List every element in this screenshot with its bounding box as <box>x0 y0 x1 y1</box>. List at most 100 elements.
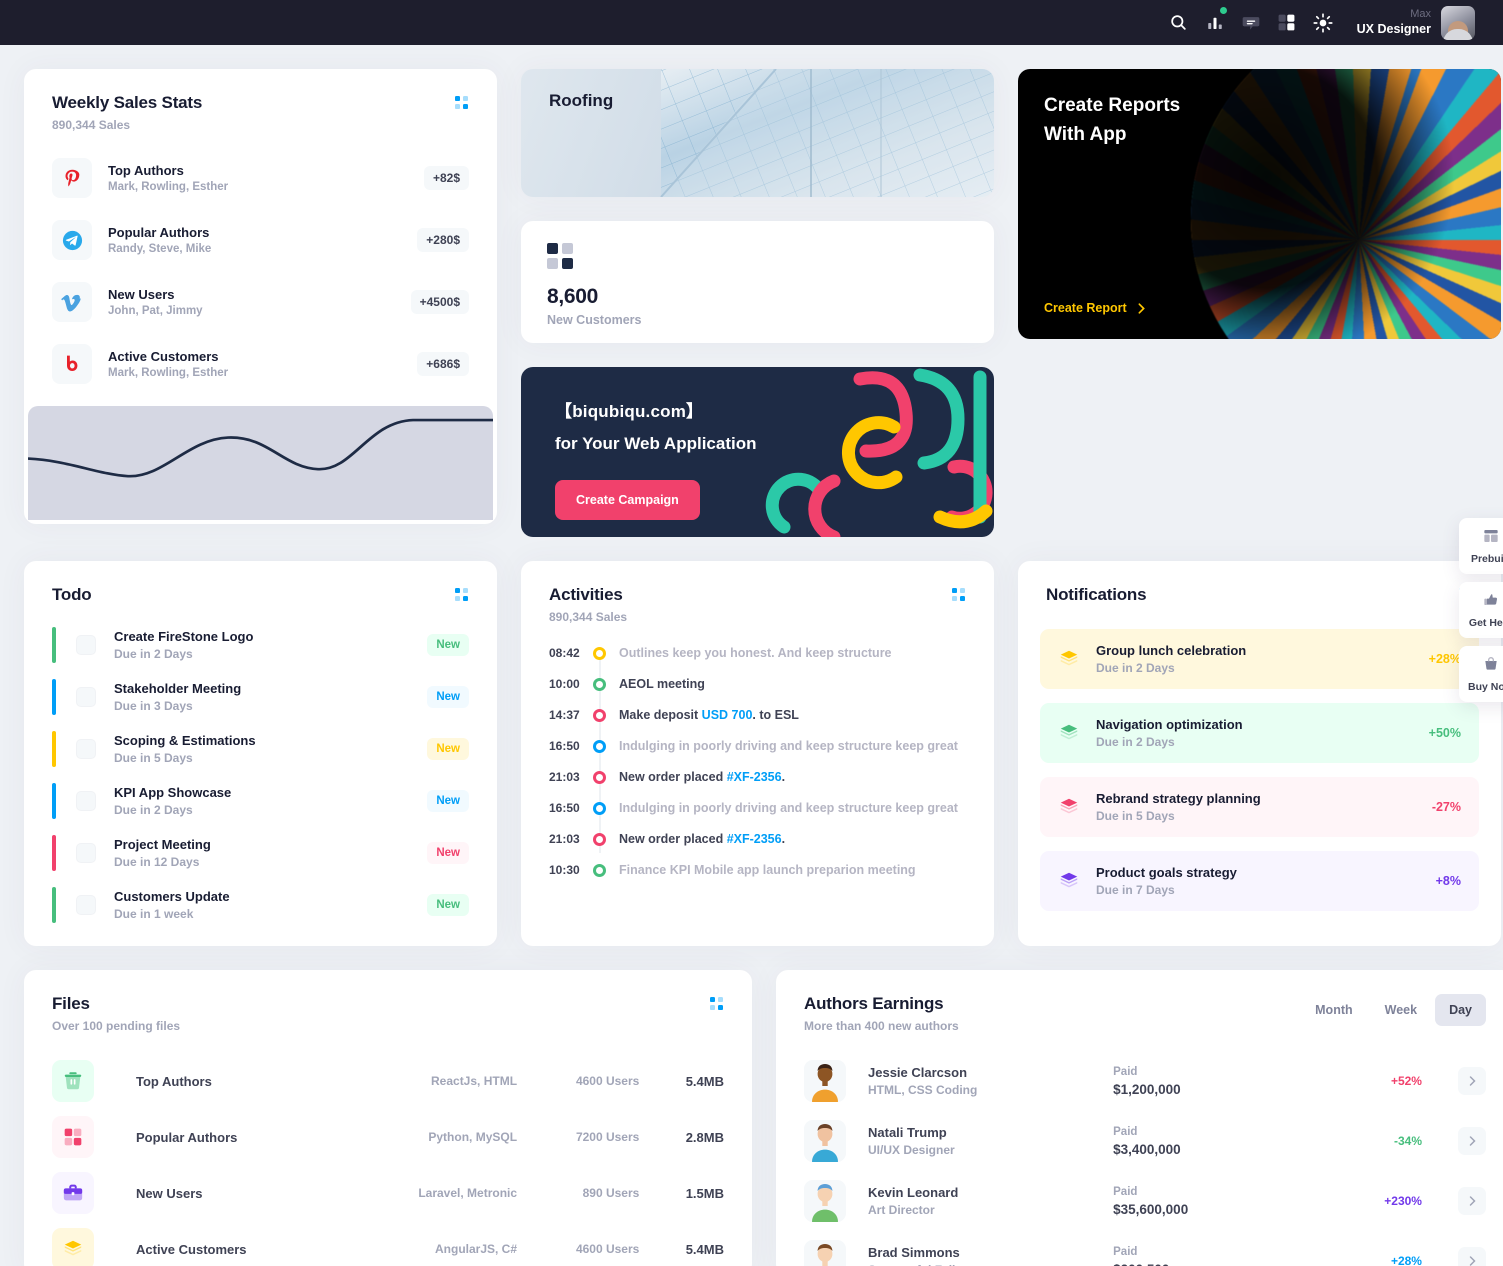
grid-dots-icon[interactable] <box>455 96 469 115</box>
campaign-banner: 【biqubiqu.com】 for Your Web Application … <box>521 367 994 537</box>
file-name: Top Authors <box>136 1073 212 1089</box>
file-size: 2.8MB <box>685 1129 724 1145</box>
tab-week[interactable]: Week <box>1371 994 1431 1026</box>
todo-due: Due in 1 week <box>114 907 194 921</box>
list-item[interactable]: Product goals strategy Due in 7 Days +8% <box>1040 851 1479 911</box>
tab-month[interactable]: Month <box>1301 994 1366 1026</box>
list-item[interactable]: KPI App Showcase Due in 2 Days New <box>52 783 469 819</box>
list-item[interactable]: Group lunch celebration Due in 2 Days +28% <box>1040 629 1479 689</box>
chevron-right-icon[interactable] <box>1457 1247 1486 1266</box>
telegram-icon <box>52 220 92 260</box>
create-campaign-button[interactable]: Create Campaign <box>555 480 700 520</box>
notification-name: Product goals strategy <box>1096 865 1237 880</box>
list-item[interactable]: Stakeholder Meeting Due in 3 Days New <box>52 679 469 715</box>
list-item[interactable]: Popular Authors Randy, Steve, Mike +280$ <box>52 220 469 260</box>
list-item[interactable]: 21:03 New order placed #XF-2356. <box>549 832 966 846</box>
item-amount: +4500$ <box>410 290 469 314</box>
activity-text: New order placed <box>619 770 727 784</box>
list-item[interactable]: Navigation optimization Due in 2 Days +50% <box>1040 703 1479 763</box>
rail-button-prebuilt[interactable]: Prebuilt <box>1459 518 1503 574</box>
earnings-percent: +230% <box>1384 1194 1422 1208</box>
rail-label: Get Help <box>1468 617 1503 629</box>
timeline-dot <box>593 801 606 815</box>
chevron-right-icon[interactable] <box>1457 1127 1486 1155</box>
create-reports-title: Create Reports With App <box>1044 91 1180 150</box>
theme-sun-icon[interactable] <box>1305 5 1341 41</box>
item-name: Top Authors <box>108 163 184 178</box>
list-item[interactable]: Top Authors Mark, Rowling, Esther +82$ <box>52 158 469 198</box>
search-icon[interactable] <box>1161 5 1197 41</box>
list-item[interactable]: 10:30 Finance KPI Mobile app launch prepa… <box>549 863 966 877</box>
create-reports-card: Create Reports With App Create Report <box>1018 69 1501 339</box>
table-row[interactable]: Popular Authors Python, MySQL 7200 Users 2.… <box>52 1109 724 1165</box>
todo-checkbox[interactable] <box>76 895 96 915</box>
todo-checkbox[interactable] <box>76 843 96 863</box>
list-item[interactable]: Rebrand strategy planning Due in 5 Days -2… <box>1040 777 1479 837</box>
list-item[interactable]: 10:00 AEOL meeting <box>549 677 966 691</box>
create-reports-line2: With App <box>1044 124 1127 146</box>
list-item[interactable]: 08:42 Outlines keep you honest. And keep … <box>549 646 966 660</box>
grid-dots-icon[interactable] <box>710 997 724 1016</box>
file-tech: Python, MySQL <box>428 1130 518 1144</box>
item-people: John, Pat, Jimmy <box>108 305 203 317</box>
tab-day[interactable]: Day <box>1435 994 1486 1026</box>
file-users: 890 Users <box>582 1186 640 1200</box>
activities-timeline: 08:42 Outlines keep you honest. And keep … <box>521 624 994 877</box>
list-item[interactable]: Project Meeting Due in 12 Days New <box>52 835 469 871</box>
paid-label: Paid <box>1113 1125 1138 1138</box>
chat-bubble-icon[interactable] <box>1233 5 1269 41</box>
activity-link[interactable]: USD 700 <box>702 708 753 722</box>
bar-chart-icon[interactable] <box>1197 5 1233 41</box>
rail-button-get-help[interactable]: Get Help <box>1459 582 1503 638</box>
notification-due: Due in 5 Days <box>1096 809 1175 823</box>
activity-tail: . <box>781 770 786 784</box>
todo-name: KPI App Showcase <box>114 785 232 800</box>
rail-button-buy-now[interactable]: Buy Now <box>1459 646 1503 702</box>
grid-dots-icon[interactable] <box>455 588 469 607</box>
activity-time: 16:50 <box>549 739 580 753</box>
table-row[interactable]: Brad SimmonsSuccessful FellasPaid$200,50… <box>804 1231 1486 1266</box>
activity-text: Indulging in poorly driving and keep str… <box>619 801 958 815</box>
list-item[interactable]: Customers Update Due in 1 week New <box>52 887 469 923</box>
list-item[interactable]: 14:37 Make deposit USD 700. to ESL <box>549 708 966 722</box>
chevron-right-icon[interactable] <box>1457 1187 1486 1215</box>
table-row[interactable]: Active Customers AngularJS, C# 4600 Users 5… <box>52 1221 724 1266</box>
list-item[interactable]: 21:03 New order placed #XF-2356. <box>549 770 966 784</box>
create-report-link[interactable]: Create Report <box>1044 301 1148 315</box>
list-item[interactable]: 16:50 Indulging in poorly driving and kee… <box>549 801 966 815</box>
list-item[interactable]: 16:50 Indulging in poorly driving and kee… <box>549 739 966 753</box>
status-badge: New <box>427 738 469 760</box>
todo-card: Todo Create FireStone Logo Due in 2 Days N… <box>24 561 497 946</box>
list-item[interactable]: Create FireStone Logo Due in 2 Days New <box>52 627 469 663</box>
paid-amount: $3,400,000 <box>1113 1141 1181 1157</box>
todo-checkbox[interactable] <box>76 739 96 759</box>
table-row[interactable]: Kevin Leonard Art Director Paid $35,600,000… <box>804 1171 1486 1231</box>
author-role: Art Director <box>868 1203 935 1217</box>
table-row[interactable]: Top Authors ReactJs, HTML 4600 Users 5.4MB <box>52 1053 724 1109</box>
user-role: UX Designer <box>1356 21 1431 36</box>
activity-time: 21:03 <box>549 832 580 846</box>
list-item[interactable]: Active Customers Mark, Rowling, Esther +… <box>52 344 469 384</box>
roofing-card[interactable]: Roofing <box>521 69 994 197</box>
list-item[interactable]: Scoping & Estimations Due in 5 Days New <box>52 731 469 767</box>
avatar[interactable] <box>1441 5 1475 40</box>
activity-link[interactable]: #XF-2356 <box>727 832 782 846</box>
user-menu[interactable]: Max UX Designer <box>1356 5 1475 40</box>
chevron-right-icon[interactable] <box>1457 1067 1486 1095</box>
layers-icon <box>1060 798 1078 814</box>
apps-grid-icon[interactable] <box>1269 5 1305 41</box>
avatar <box>804 1180 846 1222</box>
todo-checkbox[interactable] <box>76 687 96 707</box>
table-row[interactable]: New Users Laravel, Metronic 890 Users 1.5MB <box>52 1165 724 1221</box>
todo-checkbox[interactable] <box>76 635 96 655</box>
grid-dots-icon[interactable] <box>952 588 966 607</box>
table-row[interactable]: Jessie Clarcson HTML, CSS Coding Paid $1,20… <box>804 1051 1486 1111</box>
activity-link[interactable]: #XF-2356 <box>727 770 782 784</box>
file-tech: ReactJs, HTML <box>431 1074 518 1088</box>
todo-checkbox[interactable] <box>76 791 96 811</box>
activity-text: Indulging in poorly driving and keep str… <box>619 739 958 753</box>
table-row[interactable]: Natali Trump UI/UX Designer Paid $3,400,000… <box>804 1111 1486 1171</box>
priority-bar <box>52 835 56 871</box>
earnings-percent: +28% <box>1390 1254 1422 1266</box>
list-item[interactable]: New Users John, Pat, Jimmy +4500$ <box>52 282 469 322</box>
